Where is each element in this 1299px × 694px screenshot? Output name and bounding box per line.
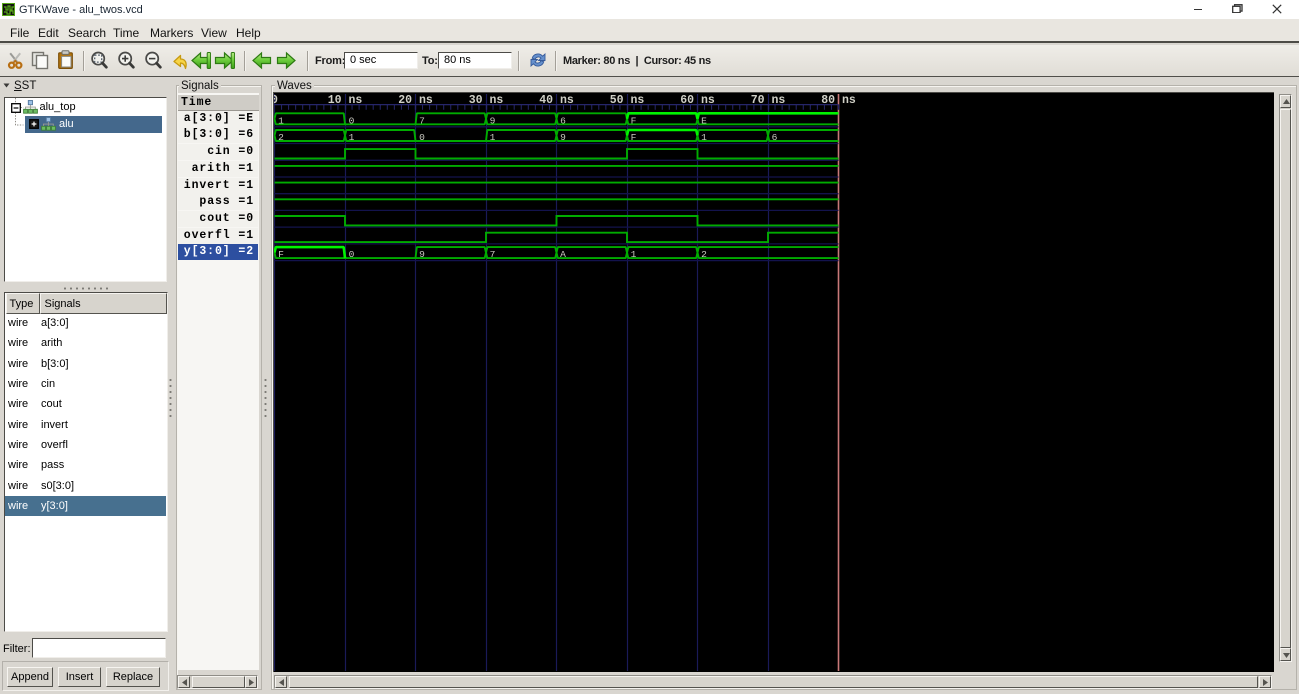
svg-text:30 ns: 30 ns <box>469 94 504 107</box>
svg-text:6: 6 <box>560 115 566 126</box>
svg-text:9: 9 <box>419 249 425 260</box>
svg-text:10 ns: 10 ns <box>328 94 363 107</box>
svg-text:20 ns: 20 ns <box>398 94 433 107</box>
svg-text:2: 2 <box>278 132 284 143</box>
svg-text:1: 1 <box>701 132 707 143</box>
svg-text:2: 2 <box>701 249 707 260</box>
svg-text:0: 0 <box>349 115 355 126</box>
svg-text:7: 7 <box>419 115 425 126</box>
svg-text:80 ns: 80 ns <box>821 94 856 107</box>
svg-text:0: 0 <box>274 94 278 107</box>
svg-text:7: 7 <box>490 249 496 260</box>
svg-text:0: 0 <box>419 132 425 143</box>
svg-text:40 ns: 40 ns <box>539 94 574 107</box>
svg-text:1: 1 <box>490 132 496 143</box>
svg-text:60 ns: 60 ns <box>680 94 715 107</box>
svg-text:1: 1 <box>278 115 284 126</box>
svg-text:0: 0 <box>349 249 355 260</box>
svg-text:A: A <box>560 249 566 260</box>
svg-text:6: 6 <box>772 132 778 143</box>
svg-text:1: 1 <box>349 132 355 143</box>
svg-text:F: F <box>631 115 637 126</box>
svg-text:F: F <box>631 132 637 143</box>
svg-text:E: E <box>701 115 707 126</box>
svg-text:50 ns: 50 ns <box>610 94 645 107</box>
svg-text:9: 9 <box>490 115 496 126</box>
svg-text:1: 1 <box>631 249 637 260</box>
svg-text:F: F <box>278 249 284 260</box>
svg-text:70 ns: 70 ns <box>751 94 786 107</box>
svg-text:9: 9 <box>560 132 566 143</box>
